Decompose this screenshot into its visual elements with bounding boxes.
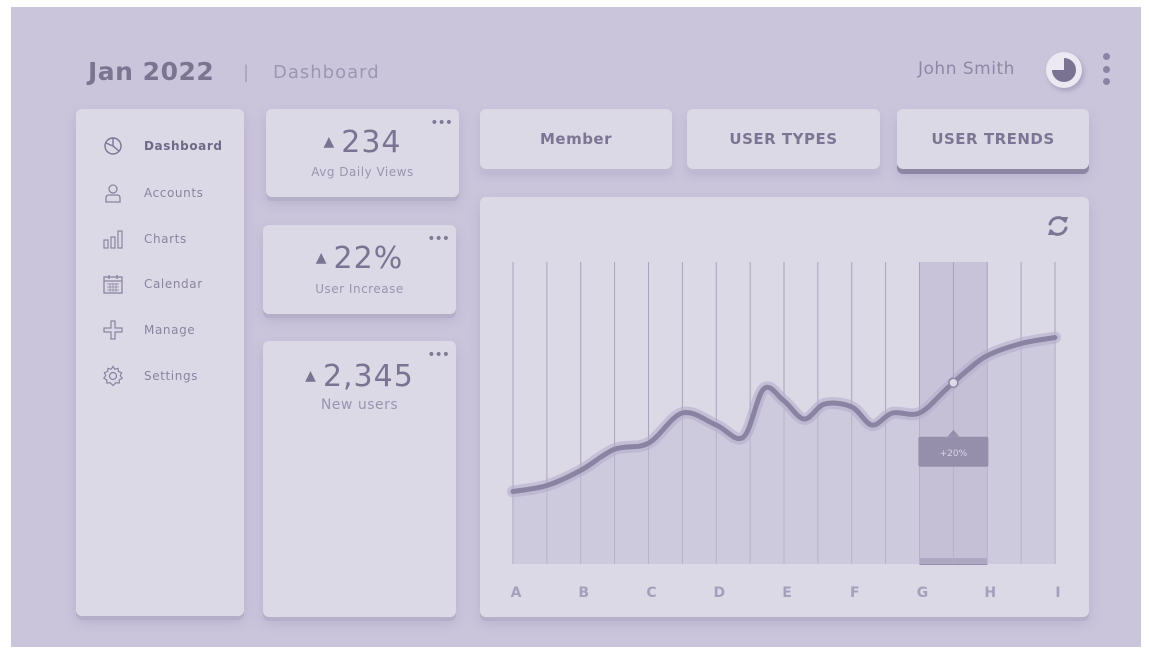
gear-icon <box>102 365 124 387</box>
sidebar-item-settings[interactable]: Settings <box>102 365 198 387</box>
arrow-up-icon: ▲ <box>323 134 336 150</box>
stat-value: ▲ 2,345 <box>263 359 456 394</box>
stat-card-new-users: ••• ▲ 2,345 New users <box>263 341 456 617</box>
sidebar-item-label: Settings <box>144 369 199 383</box>
kebab-dot <box>1102 78 1110 85</box>
x-tick-label: F <box>850 585 860 601</box>
stat-card-user-increase: ••• ▲ 22% User Increase <box>263 225 456 314</box>
stat-value: ▲ 234 <box>266 125 459 160</box>
x-tick-label: D <box>713 585 725 601</box>
kebab-dot <box>1102 65 1110 73</box>
user-trends-chart: +20% A B C D E F G H I <box>507 262 1061 601</box>
tab-user-trends[interactable]: USER TRENDS <box>897 109 1089 169</box>
kebab-dot <box>1102 53 1110 60</box>
bar-chart-icon <box>103 230 123 249</box>
stat-caption: Avg Daily Views <box>311 165 414 179</box>
tab-member[interactable]: Member <box>480 109 672 169</box>
stat-value-text: 22% <box>333 241 404 276</box>
sidebar-item-label: Accounts <box>144 186 204 200</box>
x-tick-label: G <box>917 585 929 601</box>
breadcrumb-dashboard[interactable]: Dashboard <box>273 62 380 83</box>
stat-value: ▲ 22% <box>263 241 456 276</box>
x-tick-label: H <box>984 585 996 601</box>
x-tick-label: E <box>782 585 792 601</box>
sidebar-item-calendar[interactable]: Calendar <box>102 273 203 295</box>
x-tick-label: I <box>1055 585 1060 601</box>
plus-icon <box>103 320 123 340</box>
sidebar-item-dashboard[interactable]: Dashboard <box>102 135 223 157</box>
data-point-marker <box>948 377 959 389</box>
stat-value-text: 2,345 <box>322 359 414 394</box>
user-icon <box>105 184 121 203</box>
sidebar-item-charts[interactable]: Charts <box>102 228 187 250</box>
calendar-icon <box>103 275 123 294</box>
refresh-icon[interactable] <box>1045 213 1071 239</box>
more-options-button[interactable] <box>1098 53 1114 85</box>
sidebar-item-label: Calendar <box>144 277 203 291</box>
x-tick-label: C <box>646 585 656 601</box>
header-separator: | <box>243 62 250 83</box>
sidebar-item-label: Charts <box>144 232 187 246</box>
tab-user-types[interactable]: USER TYPES <box>687 109 880 169</box>
user-name[interactable]: John Smith <box>918 59 1015 79</box>
page-title: Jan 2022 <box>88 57 215 86</box>
x-tick-label: A <box>511 585 522 601</box>
sidebar: Dashboard Accounts Charts Calendar Manag… <box>76 109 244 616</box>
tooltip-label: +20% <box>940 449 968 459</box>
stat-caption: User Increase <box>315 282 404 296</box>
sidebar-item-accounts[interactable]: Accounts <box>102 182 204 204</box>
stat-value-text: 234 <box>341 125 402 160</box>
sidebar-item-label: Dashboard <box>144 139 223 153</box>
stat-card-daily-views: ••• ▲ 234 Avg Daily Views <box>266 109 459 197</box>
avatar[interactable] <box>1046 52 1082 88</box>
sidebar-item-label: Manage <box>144 323 196 337</box>
stat-caption: New users <box>320 397 399 413</box>
arrow-up-icon: ▲ <box>305 368 317 384</box>
x-tick-label: B <box>578 585 589 601</box>
pie-chart-icon <box>104 137 122 155</box>
avatar-pie-icon <box>1052 58 1076 82</box>
sidebar-item-manage[interactable]: Manage <box>102 319 195 341</box>
arrow-up-icon: ▲ <box>315 250 328 266</box>
